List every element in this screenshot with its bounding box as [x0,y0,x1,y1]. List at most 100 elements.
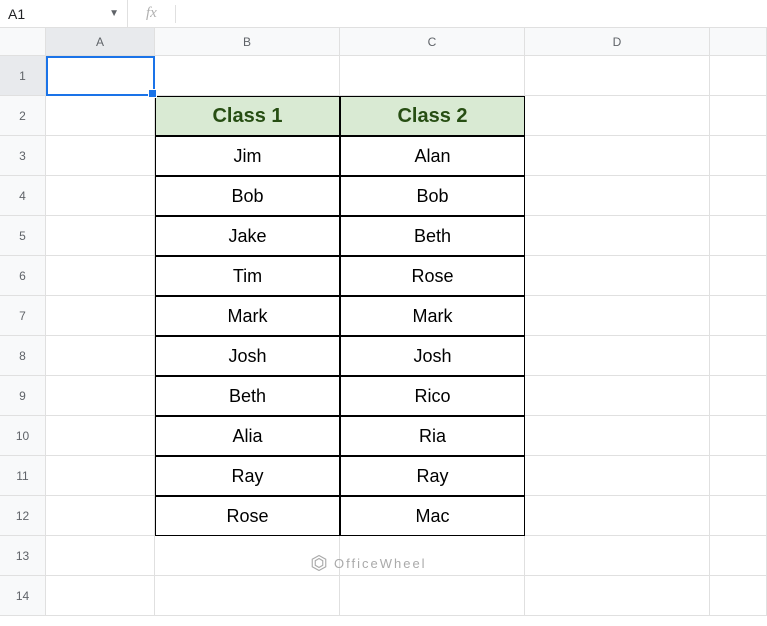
table-cell[interactable]: Ray [340,456,525,496]
cell[interactable] [46,296,155,336]
cell[interactable] [46,536,155,576]
row-header[interactable]: 8 [0,336,46,376]
col-header-b[interactable]: B [155,28,340,56]
cell[interactable] [710,176,767,216]
fx-label: fx [128,5,175,22]
table-cell[interactable]: Josh [340,336,525,376]
cell[interactable] [710,416,767,456]
cell[interactable] [525,136,710,176]
cell[interactable] [155,576,340,616]
row-header[interactable]: 12 [0,496,46,536]
cell[interactable] [155,56,340,96]
cell[interactable] [525,376,710,416]
cell[interactable] [525,176,710,216]
row-headers: 1 2 3 4 5 6 7 8 9 10 11 12 13 14 [0,56,46,616]
cell[interactable] [710,96,767,136]
col-header-a[interactable]: A [46,28,155,56]
row-header[interactable]: 13 [0,536,46,576]
table-cell[interactable]: Rose [155,496,340,536]
table-cell[interactable]: Alan [340,136,525,176]
cell[interactable] [710,536,767,576]
table-cell[interactable]: Rico [340,376,525,416]
table-header-class2[interactable]: Class 2 [340,96,525,136]
cell[interactable] [525,576,710,616]
row-header[interactable]: 14 [0,576,46,616]
cell[interactable] [46,136,155,176]
cell[interactable] [525,256,710,296]
column-header-row: A B C D [0,28,767,56]
cell[interactable] [525,56,710,96]
table-cell[interactable]: Bob [340,176,525,216]
col-header-c[interactable]: C [340,28,525,56]
cells-area[interactable]: Class 1 Class 2 Jim Alan Bob Bob Jake Be… [46,56,767,616]
cell[interactable] [525,456,710,496]
cell[interactable] [525,96,710,136]
cell[interactable] [710,136,767,176]
cell[interactable] [525,216,710,256]
row-header[interactable]: 4 [0,176,46,216]
table-cell[interactable]: Mark [155,296,340,336]
table-cell[interactable]: Tim [155,256,340,296]
cell[interactable] [340,56,525,96]
hexagon-icon [310,554,328,572]
cell[interactable] [710,376,767,416]
table-cell[interactable]: Jake [155,216,340,256]
table-cell[interactable]: Josh [155,336,340,376]
cell[interactable] [710,56,767,96]
table-cell[interactable]: Mark [340,296,525,336]
table-cell[interactable]: Ria [340,416,525,456]
table-cell[interactable]: Mac [340,496,525,536]
cell[interactable] [710,296,767,336]
watermark: OfficeWheel [310,554,427,572]
table-cell[interactable]: Bob [155,176,340,216]
row-header[interactable]: 5 [0,216,46,256]
cell[interactable] [46,336,155,376]
cell[interactable] [710,576,767,616]
table-cell[interactable]: Beth [340,216,525,256]
cell[interactable] [46,256,155,296]
table-header-class1[interactable]: Class 1 [155,96,340,136]
grid-body: 1 2 3 4 5 6 7 8 9 10 11 12 13 14 Class 1… [0,56,767,616]
cell[interactable] [710,496,767,536]
watermark-text: OfficeWheel [334,556,427,571]
cell[interactable] [710,456,767,496]
row-header[interactable]: 2 [0,96,46,136]
table-cell[interactable]: Ray [155,456,340,496]
cell[interactable] [525,536,710,576]
cell[interactable] [710,216,767,256]
cell[interactable] [340,576,525,616]
row-header[interactable]: 6 [0,256,46,296]
cell[interactable] [525,336,710,376]
row-header[interactable]: 9 [0,376,46,416]
row-header[interactable]: 1 [0,56,46,96]
cell[interactable] [525,496,710,536]
table-cell[interactable]: Jim [155,136,340,176]
col-header-d[interactable]: D [525,28,710,56]
row-header[interactable]: 10 [0,416,46,456]
formula-bar: A1 ▼ fx [0,0,767,28]
name-box[interactable]: A1 ▼ [0,0,128,27]
cell[interactable] [46,496,155,536]
table-cell[interactable]: Alia [155,416,340,456]
cell[interactable] [46,176,155,216]
cell[interactable] [46,456,155,496]
col-header-e[interactable] [710,28,767,56]
chevron-down-icon: ▼ [109,8,119,19]
table-cell[interactable]: Beth [155,376,340,416]
cell[interactable] [525,416,710,456]
cell[interactable] [46,96,155,136]
cell[interactable] [710,256,767,296]
formula-input[interactable] [176,0,767,27]
table-cell[interactable]: Rose [340,256,525,296]
cell[interactable] [525,296,710,336]
row-header[interactable]: 3 [0,136,46,176]
cell[interactable] [46,56,155,96]
row-header[interactable]: 11 [0,456,46,496]
cell[interactable] [46,376,155,416]
cell[interactable] [46,416,155,456]
select-all-corner[interactable] [0,28,46,56]
cell[interactable] [46,216,155,256]
cell[interactable] [46,576,155,616]
cell[interactable] [710,336,767,376]
row-header[interactable]: 7 [0,296,46,336]
